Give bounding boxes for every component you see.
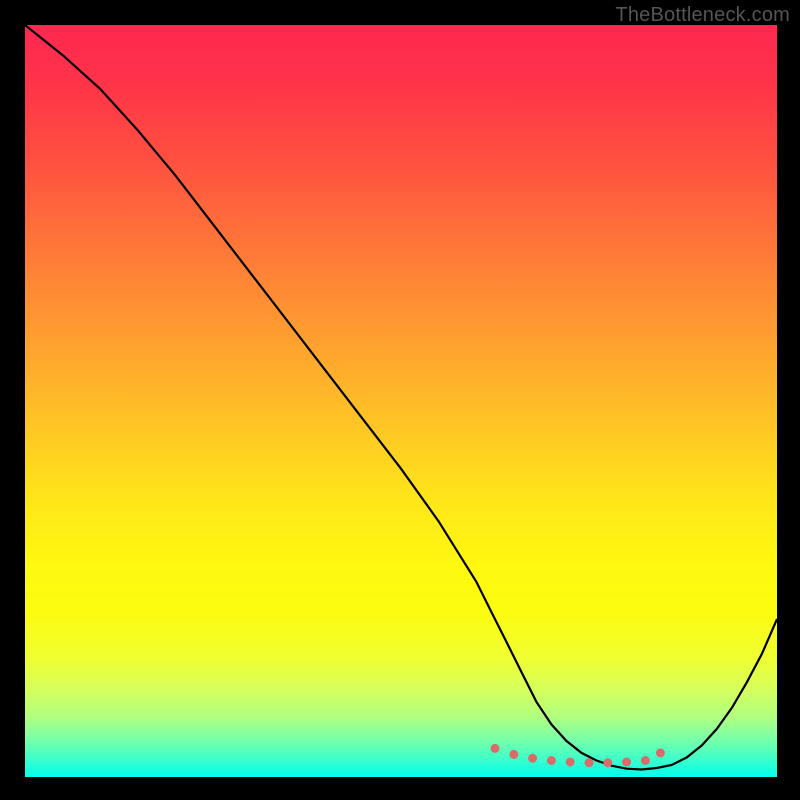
plot-area <box>25 25 777 777</box>
marker-dot <box>528 754 537 763</box>
marker-points <box>491 744 665 767</box>
marker-dot <box>547 756 556 765</box>
curve-path <box>25 25 777 770</box>
bottleneck-curve <box>25 25 777 770</box>
marker-dot <box>509 750 518 759</box>
marker-dot <box>566 758 575 767</box>
watermark-text: TheBottleneck.com <box>615 4 790 27</box>
marker-dot <box>491 744 500 753</box>
chart-svg <box>25 25 777 777</box>
marker-dot <box>622 758 631 767</box>
marker-dot <box>585 758 594 767</box>
marker-dot <box>656 748 665 757</box>
marker-dot <box>603 758 612 767</box>
marker-dot <box>641 756 650 765</box>
